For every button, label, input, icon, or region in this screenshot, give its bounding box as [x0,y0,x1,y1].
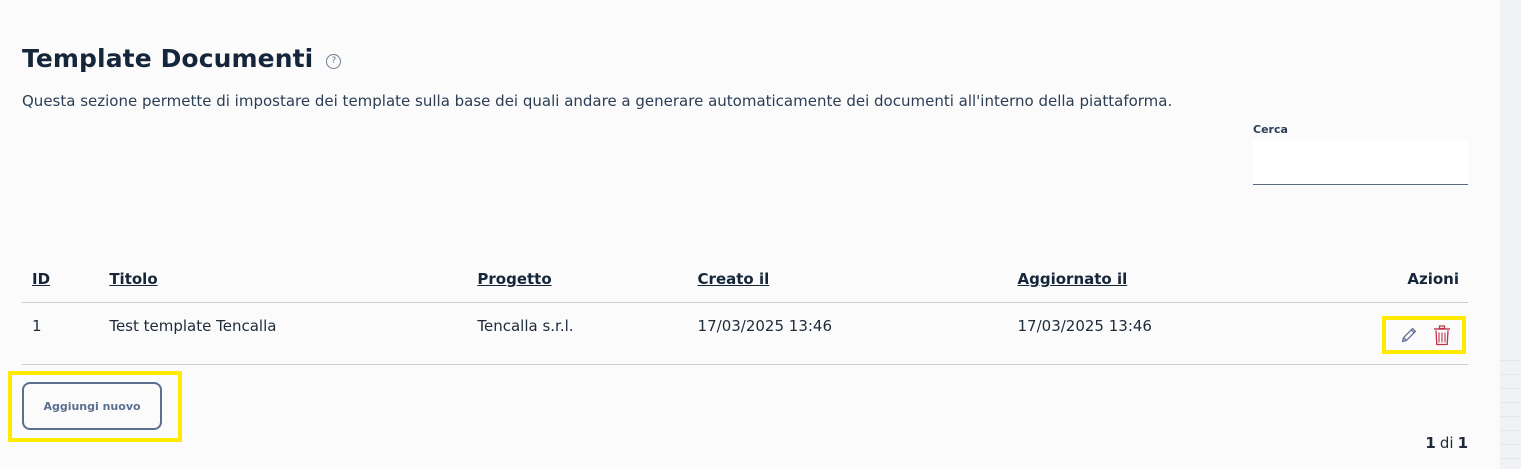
right-scroll-gutter [1500,0,1521,469]
page-title: Template Documenti [22,44,314,73]
sort-link-created[interactable]: Creato il [698,270,770,288]
cell-title: Test template Tencalla [99,302,468,365]
page-description: Questa sezione permette di impostare dei… [22,92,1173,110]
cell-updated: 17/03/2025 13:46 [1007,302,1372,365]
sort-link-id[interactable]: ID [32,270,50,288]
search-label: Cerca [1253,123,1288,136]
delete-button[interactable] [1431,323,1453,347]
pagination-current: 1 [1425,434,1436,452]
cell-project: Tencalla s.r.l. [467,302,688,365]
title-row: Template Documenti ? [22,44,342,73]
search-field-group: Cerca [1253,123,1468,185]
pagination-separator: di [1439,434,1454,452]
column-header-id[interactable]: ID [22,256,100,303]
documents-template-page: Template Documenti ? Questa sezione perm… [8,0,1468,469]
trash-icon [1434,324,1450,345]
templates-table: ID Titolo Progetto Creato il Aggiornato … [22,256,1468,365]
help-circle-icon[interactable]: ? [326,53,342,69]
search-input[interactable] [1253,141,1468,185]
sort-link-project[interactable]: Progetto [477,270,551,288]
column-header-actions: Azioni [1372,256,1468,303]
pagination-total: 1 [1457,434,1468,452]
edit-button[interactable] [1398,323,1420,347]
column-header-updated[interactable]: Aggiornato il [1007,256,1372,303]
row-actions-highlight [1382,316,1466,354]
cell-actions [1372,302,1468,365]
cell-id: 1 [22,302,100,365]
pagination-info: 1 di 1 [1425,434,1468,452]
sort-link-updated[interactable]: Aggiornato il [1018,270,1128,288]
add-new-button[interactable]: Aggiungi nuovo [22,382,162,430]
column-header-project[interactable]: Progetto [467,256,688,303]
table-row: 1 Test template Tencalla Tencalla s.r.l.… [22,302,1468,365]
table-header-row: ID Titolo Progetto Creato il Aggiornato … [22,256,1468,303]
cell-created: 17/03/2025 13:46 [687,302,1008,365]
sort-link-title[interactable]: Titolo [109,270,157,288]
column-header-created[interactable]: Creato il [687,256,1008,303]
pencil-icon [1401,327,1417,343]
column-header-title[interactable]: Titolo [99,256,468,303]
